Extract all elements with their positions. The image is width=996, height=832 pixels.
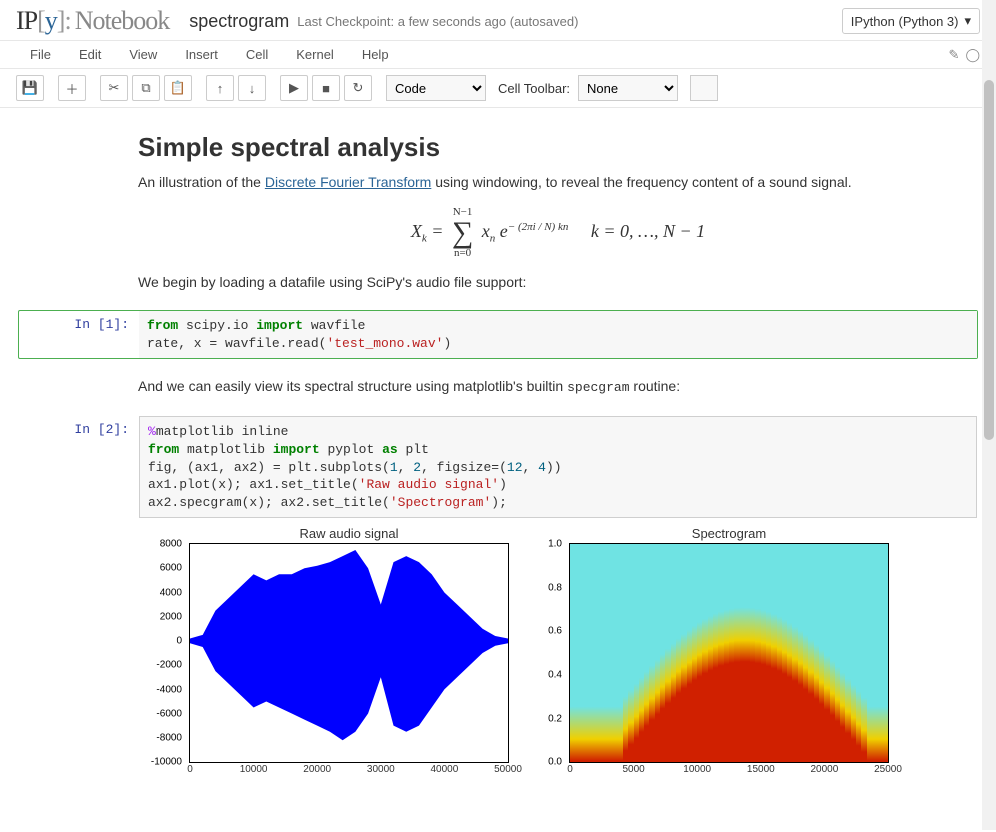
menubar: File Edit View Insert Cell Kernel Help ✎… bbox=[0, 41, 996, 69]
header: IP[y]:Notebook spectrogram Last Checkpoi… bbox=[0, 0, 996, 41]
formula: Xk = N−1∑n=0 xn e− (2πi / N) kn k = 0, …… bbox=[138, 207, 978, 259]
cut-button[interactable]: ✂ bbox=[100, 75, 128, 101]
menu-insert[interactable]: Insert bbox=[171, 43, 232, 66]
caret-down-icon: ▾ bbox=[964, 13, 971, 29]
logo-bracket-r: ]: bbox=[57, 6, 71, 35]
celltoolbar-label: Cell Toolbar: bbox=[498, 81, 570, 96]
play-icon: ▶ bbox=[289, 80, 299, 96]
move-down-button[interactable]: ↓ bbox=[238, 75, 266, 101]
move-up-button[interactable]: ↑ bbox=[206, 75, 234, 101]
toolbar: 💾 ＋ ✂ ⧉ 📋 ↑ ↓ ▶ ■ ↻ Code Cell Toolbar: N… bbox=[0, 69, 996, 108]
markdown-cell[interactable]: Simple spectral analysis An illustration… bbox=[18, 120, 978, 302]
intro-link[interactable]: Discrete Fourier Transform bbox=[265, 174, 431, 190]
logo-y: y bbox=[45, 6, 57, 35]
menu-help[interactable]: Help bbox=[348, 43, 403, 66]
plot-axes: 0.00.20.40.60.81.0 050001000015000200002… bbox=[569, 543, 889, 763]
heading: Simple spectral analysis bbox=[138, 132, 978, 163]
plus-icon: ＋ bbox=[65, 79, 78, 98]
menu-edit[interactable]: Edit bbox=[65, 43, 115, 66]
input-prompt: In [2]: bbox=[19, 416, 139, 763]
plot-spectrogram: Spectrogram 0.00.20.40.60.81.0 050001000… bbox=[569, 526, 889, 763]
markdown-cell[interactable]: And we can easily view its spectral stru… bbox=[18, 367, 978, 407]
run-button[interactable]: ▶ bbox=[280, 75, 308, 101]
arrow-down-icon: ↓ bbox=[249, 81, 256, 96]
kernel-selector[interactable]: IPython (Python 3) ▾ bbox=[842, 8, 980, 34]
md2-post: routine: bbox=[630, 378, 681, 394]
prompt-empty bbox=[18, 367, 138, 407]
pencil-icon[interactable]: ✎ bbox=[949, 47, 960, 63]
interrupt-button[interactable]: ■ bbox=[312, 75, 340, 101]
kernel-name: IPython (Python 3) bbox=[851, 14, 959, 29]
save-icon: 💾 bbox=[22, 80, 38, 96]
plot-title: Raw audio signal bbox=[189, 526, 509, 541]
stop-icon: ■ bbox=[322, 81, 330, 96]
menu-file[interactable]: File bbox=[16, 43, 65, 66]
plot-title: Spectrogram bbox=[569, 526, 889, 541]
code-cell[interactable]: In [2]: %matplotlib inline from matplotl… bbox=[18, 415, 978, 764]
scroll-thumb[interactable] bbox=[984, 80, 994, 440]
copy-icon: ⧉ bbox=[141, 80, 150, 96]
insert-cell-button[interactable]: ＋ bbox=[58, 75, 86, 101]
logo-bracket-l: [ bbox=[37, 6, 45, 35]
copy-button[interactable]: ⧉ bbox=[132, 75, 160, 101]
logo-ip: IP bbox=[16, 6, 37, 35]
intro-paragraph: An illustration of the Discrete Fourier … bbox=[138, 173, 978, 193]
md2-paragraph: And we can easily view its spectral stru… bbox=[138, 377, 978, 397]
restart-button[interactable]: ↻ bbox=[344, 75, 372, 101]
md2-pre: And we can easily view its spectral stru… bbox=[138, 378, 567, 394]
kernel-idle-icon: ◯ bbox=[965, 47, 980, 63]
input-prompt: In [1]: bbox=[19, 311, 139, 358]
menu-cell[interactable]: Cell bbox=[232, 43, 282, 66]
paste-button[interactable]: 📋 bbox=[164, 75, 192, 101]
intro-post: using windowing, to reveal the frequency… bbox=[431, 174, 851, 190]
lead2: We begin by loading a datafile using Sci… bbox=[138, 273, 978, 293]
save-button[interactable]: 💾 bbox=[16, 75, 44, 101]
celltoolbar-select[interactable]: None bbox=[578, 75, 678, 101]
arrow-up-icon: ↑ bbox=[217, 81, 224, 96]
menu-kernel[interactable]: Kernel bbox=[282, 43, 348, 66]
scrollbar[interactable] bbox=[982, 0, 996, 830]
logo[interactable]: IP[y]:Notebook bbox=[16, 6, 169, 36]
code-input[interactable]: from scipy.io import wavfile rate, x = w… bbox=[139, 311, 977, 358]
output-plots: Raw audio signal -10000-8000-6000-4000-2… bbox=[139, 526, 977, 763]
menu-view[interactable]: View bbox=[115, 43, 171, 66]
checkpoint-status: Last Checkpoint: a few seconds ago (auto… bbox=[297, 14, 578, 29]
prompt-empty bbox=[18, 120, 138, 302]
logo-notebook: Notebook bbox=[75, 6, 170, 35]
refresh-icon: ↻ bbox=[353, 80, 364, 96]
code-input[interactable]: %matplotlib inline from matplotlib impor… bbox=[139, 416, 977, 518]
document-title[interactable]: spectrogram bbox=[189, 11, 289, 32]
intro-pre: An illustration of the bbox=[138, 174, 265, 190]
md2-code: specgram bbox=[567, 380, 629, 395]
toolbar-blank bbox=[690, 75, 718, 101]
code-cell[interactable]: In [1]: from scipy.io import wavfile rat… bbox=[18, 310, 978, 359]
plot-waveform: Raw audio signal -10000-8000-6000-4000-2… bbox=[189, 526, 509, 763]
plot-axes: -10000-8000-6000-4000-200002000400060008… bbox=[189, 543, 509, 763]
notebook-area[interactable]: Simple spectral analysis An illustration… bbox=[0, 108, 996, 832]
scissors-icon: ✂ bbox=[109, 80, 120, 96]
paste-icon: 📋 bbox=[170, 80, 186, 96]
celltype-select[interactable]: Code bbox=[386, 75, 486, 101]
